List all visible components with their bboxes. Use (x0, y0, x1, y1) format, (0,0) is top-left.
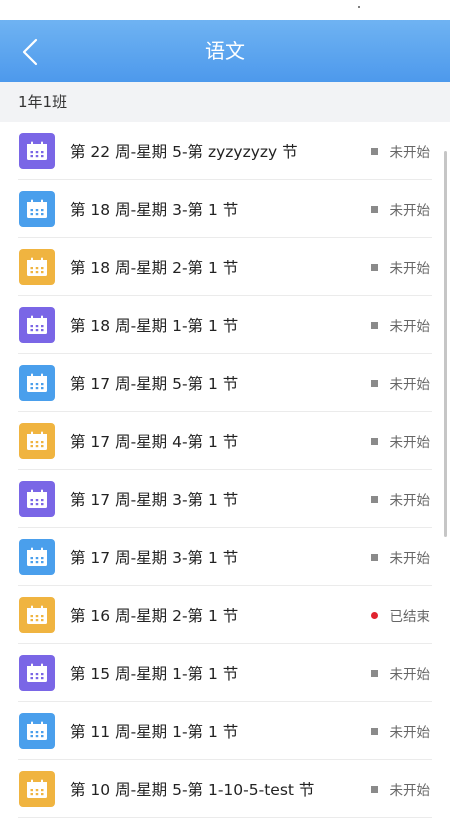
list-item[interactable]: 第 16 周-星期 2-第 1 节 已结束 (0, 586, 450, 644)
status-label: 未开始 (389, 551, 431, 567)
status-label: 未开始 (389, 493, 431, 509)
status-label: 未开始 (389, 725, 431, 741)
list-item[interactable]: 第 18 周-星期 2-第 1 节 未开始 (0, 238, 450, 296)
lesson-title: 第 17 周-星期 3-第 1 节 (70, 491, 239, 509)
pending-square-icon (370, 669, 378, 677)
lesson-title: 第 15 周-星期 1-第 1 节 (70, 665, 239, 683)
calendar-badge (19, 713, 55, 749)
list-item[interactable]: 第 11 周-星期 1-第 1 节 未开始 (0, 702, 450, 760)
calendar-icon (27, 315, 47, 334)
status-label: 未开始 (389, 319, 431, 335)
status-label: 已结束 (389, 609, 431, 625)
calendar-badge (19, 655, 55, 691)
calendar-badge (19, 191, 55, 227)
list-item[interactable]: 第 17 周-星期 3-第 1 节 未开始 (0, 470, 450, 528)
pending-square-icon (370, 553, 378, 561)
status-badge: 未开始 (370, 373, 431, 393)
calendar-badge (19, 771, 55, 807)
calendar-badge (19, 249, 55, 285)
pending-square-icon (370, 263, 378, 271)
calendar-icon (27, 605, 47, 624)
pending-square-icon (370, 437, 378, 445)
status-badge: 未开始 (370, 199, 431, 219)
list-item[interactable]: 第 10 周-星期 5-第 1-10-5-test 节 未开始 (0, 760, 450, 818)
calendar-badge (19, 481, 55, 517)
status-badge: 未开始 (370, 489, 431, 509)
status-badge: 未开始 (370, 315, 431, 335)
lesson-title: 第 17 周-星期 4-第 1 节 (70, 433, 239, 451)
scrollbar[interactable] (444, 151, 447, 537)
pending-square-icon (370, 785, 378, 793)
lesson-title: 第 18 周-星期 1-第 1 节 (70, 317, 239, 335)
pending-square-icon (370, 321, 378, 329)
pending-square-icon (370, 495, 378, 503)
list-item[interactable]: 第 15 周-星期 1-第 1 节 未开始 (0, 644, 450, 702)
pending-square-icon (370, 379, 378, 387)
status-label: 未开始 (389, 783, 431, 799)
status-label: 未开始 (389, 435, 431, 451)
calendar-badge (19, 539, 55, 575)
status-indicator (358, 6, 360, 8)
calendar-icon (27, 257, 47, 276)
pending-square-icon (370, 205, 378, 213)
calendar-icon (27, 199, 47, 218)
lesson-title: 第 17 周-星期 3-第 1 节 (70, 549, 239, 567)
lesson-title: 第 11 周-星期 1-第 1 节 (70, 723, 239, 741)
lesson-title: 第 10 周-星期 5-第 1-10-5-test 节 (70, 781, 315, 799)
status-label: 未开始 (389, 203, 431, 219)
calendar-icon (27, 373, 47, 392)
calendar-badge (19, 423, 55, 459)
list-item[interactable]: 第 17 周-星期 3-第 1 节 未开始 (0, 528, 450, 586)
pending-square-icon (370, 727, 378, 735)
lesson-title: 第 17 周-星期 5-第 1 节 (70, 375, 239, 393)
status-badge: 已结束 (370, 605, 431, 625)
lesson-title: 第 22 周-星期 5-第 zyzyzyzy 节 (70, 143, 298, 161)
calendar-icon (27, 663, 47, 682)
list-item[interactable]: 第 17 周-星期 4-第 1 节 未开始 (0, 412, 450, 470)
status-badge: 未开始 (370, 547, 431, 567)
calendar-icon (27, 721, 47, 740)
pending-square-icon (370, 147, 378, 155)
calendar-badge (19, 133, 55, 169)
calendar-badge (19, 307, 55, 343)
nav-bar: 语文 (0, 20, 450, 82)
list-item[interactable]: 第 18 周-星期 1-第 1 节 未开始 (0, 296, 450, 354)
lesson-title: 第 16 周-星期 2-第 1 节 (70, 607, 239, 625)
back-button[interactable] (10, 32, 50, 72)
list-item[interactable]: 第 18 周-星期 3-第 1 节 未开始 (0, 180, 450, 238)
list-item[interactable]: 第 22 周-星期 5-第 zyzyzyzy 节 未开始 (0, 122, 450, 180)
calendar-icon (27, 547, 47, 566)
calendar-icon (27, 431, 47, 450)
lesson-list[interactable]: 第 22 周-星期 5-第 zyzyzyzy 节 未开始 第 18 周-星期 3… (0, 122, 450, 818)
calendar-badge (19, 597, 55, 633)
lesson-title: 第 18 周-星期 3-第 1 节 (70, 201, 239, 219)
status-badge: 未开始 (370, 721, 431, 741)
class-section-header: 1年1班 (0, 82, 450, 122)
status-badge: 未开始 (370, 141, 431, 161)
calendar-badge (19, 365, 55, 401)
lesson-title: 第 18 周-星期 2-第 1 节 (70, 259, 239, 277)
status-label: 未开始 (389, 145, 431, 161)
status-badge: 未开始 (370, 779, 431, 799)
calendar-icon (27, 489, 47, 508)
status-label: 未开始 (389, 667, 431, 683)
chevron-left-icon (22, 38, 38, 66)
status-label: 未开始 (389, 261, 431, 277)
calendar-icon (27, 141, 47, 160)
list-item[interactable]: 第 17 周-星期 5-第 1 节 未开始 (0, 354, 450, 412)
status-bar (0, 0, 450, 20)
ended-dot-icon (370, 611, 378, 619)
status-badge: 未开始 (370, 431, 431, 451)
calendar-icon (27, 779, 47, 798)
status-label: 未开始 (389, 377, 431, 393)
status-badge: 未开始 (370, 257, 431, 277)
status-badge: 未开始 (370, 663, 431, 683)
page-title: 语文 (205, 39, 245, 63)
